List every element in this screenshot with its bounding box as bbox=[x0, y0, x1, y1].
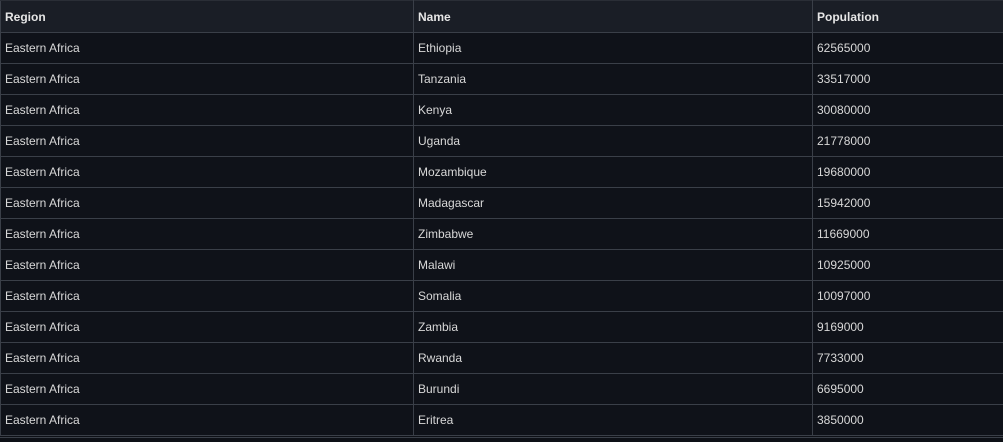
table-row[interactable]: Eastern Africa Ethiopia 62565000 bbox=[0, 32, 1003, 64]
cell-name[interactable]: Rwanda bbox=[413, 342, 813, 374]
cell-population[interactable]: 6695000 bbox=[812, 373, 1003, 405]
cell-region[interactable]: Eastern Africa bbox=[0, 373, 414, 405]
cell-population[interactable]: 10925000 bbox=[812, 249, 1003, 281]
table-row[interactable]: Eastern Africa Malawi 10925000 bbox=[0, 249, 1003, 281]
table-row[interactable]: Eastern Africa Zimbabwe 11669000 bbox=[0, 218, 1003, 250]
cell-population[interactable]: 11669000 bbox=[812, 218, 1003, 250]
cell-name[interactable]: Zimbabwe bbox=[413, 218, 813, 250]
results-table: Region Name Population Eastern Africa Eth… bbox=[0, 0, 1003, 436]
table-row[interactable]: Eastern Africa Kenya 30080000 bbox=[0, 94, 1003, 126]
table-row[interactable]: Eastern Africa Madagascar 15942000 bbox=[0, 187, 1003, 219]
column-header-name[interactable]: Name bbox=[413, 0, 813, 33]
cell-population[interactable]: 15942000 bbox=[812, 187, 1003, 219]
cell-name[interactable]: Uganda bbox=[413, 125, 813, 157]
column-header-region[interactable]: Region bbox=[0, 0, 414, 33]
cell-population[interactable]: 19680000 bbox=[812, 156, 1003, 188]
cell-region[interactable]: Eastern Africa bbox=[0, 187, 414, 219]
table-body: Eastern Africa Ethiopia 62565000 Eastern Af… bbox=[0, 32, 1003, 436]
table-header: Region Name Population bbox=[0, 0, 1003, 33]
cell-name[interactable]: Malawi bbox=[413, 249, 813, 281]
table-row[interactable]: Eastern Africa Uganda 21778000 bbox=[0, 125, 1003, 157]
cell-region[interactable]: Eastern Africa bbox=[0, 218, 414, 250]
cell-region[interactable]: Eastern Africa bbox=[0, 280, 414, 312]
cell-population[interactable]: 10097000 bbox=[812, 280, 1003, 312]
cell-population[interactable]: 62565000 bbox=[812, 32, 1003, 64]
table-row[interactable]: Eastern Africa Zambia 9169000 bbox=[0, 311, 1003, 343]
cell-region[interactable]: Eastern Africa bbox=[0, 125, 414, 157]
cell-region[interactable]: Eastern Africa bbox=[0, 156, 414, 188]
cell-population[interactable]: 7733000 bbox=[812, 342, 1003, 374]
column-header-population[interactable]: Population bbox=[812, 0, 1003, 33]
cell-population[interactable]: 3850000 bbox=[812, 404, 1003, 436]
cell-region[interactable]: Eastern Africa bbox=[0, 404, 414, 436]
cell-population[interactable]: 9169000 bbox=[812, 311, 1003, 343]
table-row[interactable]: Eastern Africa Eritrea 3850000 bbox=[0, 404, 1003, 436]
table-row[interactable]: Eastern Africa Mozambique 19680000 bbox=[0, 156, 1003, 188]
header-row: Region Name Population bbox=[0, 0, 1003, 33]
cell-region[interactable]: Eastern Africa bbox=[0, 342, 414, 374]
cell-region[interactable]: Eastern Africa bbox=[0, 32, 414, 64]
table-row[interactable]: Eastern Africa Burundi 6695000 bbox=[0, 373, 1003, 405]
cell-region[interactable]: Eastern Africa bbox=[0, 249, 414, 281]
cell-name[interactable]: Mozambique bbox=[413, 156, 813, 188]
cell-name[interactable]: Eritrea bbox=[413, 404, 813, 436]
cell-region[interactable]: Eastern Africa bbox=[0, 63, 414, 95]
results-grid: Region Name Population Eastern Africa Eth… bbox=[0, 0, 1003, 438]
table-row[interactable]: Eastern Africa Tanzania 33517000 bbox=[0, 63, 1003, 95]
cell-region[interactable]: Eastern Africa bbox=[0, 311, 414, 343]
cell-name[interactable]: Ethiopia bbox=[413, 32, 813, 64]
cell-name[interactable]: Madagascar bbox=[413, 187, 813, 219]
cell-name[interactable]: Burundi bbox=[413, 373, 813, 405]
table-row[interactable]: Eastern Africa Somalia 10097000 bbox=[0, 280, 1003, 312]
cell-name[interactable]: Tanzania bbox=[413, 63, 813, 95]
cell-name[interactable]: Kenya bbox=[413, 94, 813, 126]
table-row[interactable]: Eastern Africa Rwanda 7733000 bbox=[0, 342, 1003, 374]
cell-population[interactable]: 33517000 bbox=[812, 63, 1003, 95]
cell-name[interactable]: Somalia bbox=[413, 280, 813, 312]
cell-population[interactable]: 21778000 bbox=[812, 125, 1003, 157]
cell-name[interactable]: Zambia bbox=[413, 311, 813, 343]
cell-region[interactable]: Eastern Africa bbox=[0, 94, 414, 126]
cell-population[interactable]: 30080000 bbox=[812, 94, 1003, 126]
